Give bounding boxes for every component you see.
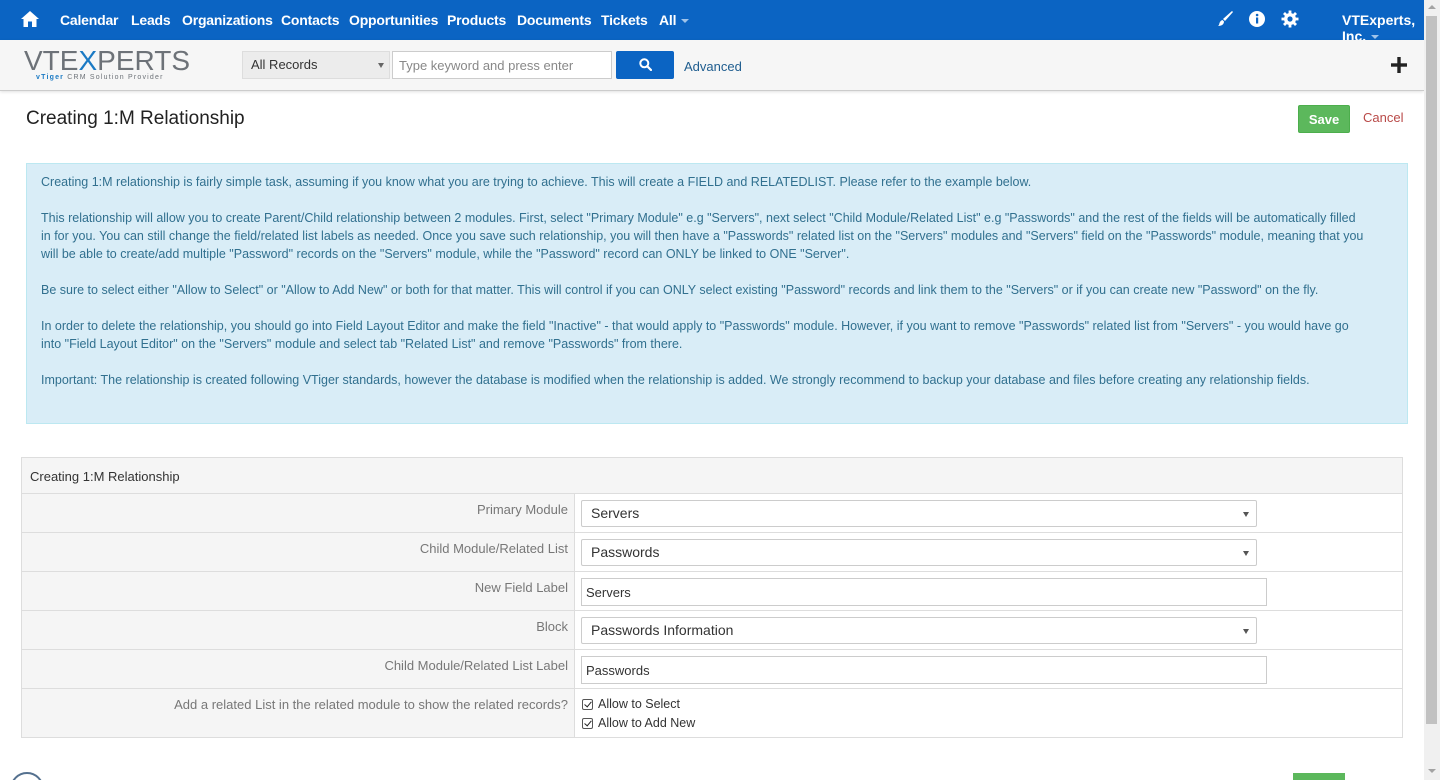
nav-all-label: All [659, 12, 676, 28]
relationship-form: Creating 1:M Relationship Primary Module… [21, 457, 1403, 738]
nav-organizations[interactable]: Organizations [182, 12, 273, 28]
info-alert: Creating 1:M relationship is fairly simp… [26, 163, 1408, 424]
form-row-primary-module: Primary Module Servers [22, 494, 1402, 533]
field-label: Primary Module [22, 494, 575, 532]
info-icon[interactable] [1248, 10, 1266, 28]
search-icon [639, 58, 652, 71]
scroll-up-icon[interactable] [1428, 5, 1436, 9]
nav-opportunities[interactable]: Opportunities [349, 12, 438, 28]
form-row-child-list-label: Child Module/Related List Label [22, 650, 1402, 689]
nav-all-menu[interactable]: All [659, 12, 689, 28]
bottom-save-button[interactable] [1293, 773, 1345, 780]
info-paragraph: In order to delete the relationship, you… [41, 317, 1367, 353]
form-row-related-list: Add a related List in the related module… [22, 689, 1402, 737]
child-module-select[interactable]: Passwords [581, 539, 1257, 566]
caret-down-icon [378, 63, 384, 68]
footer-badge [10, 772, 44, 780]
field-label: New Field Label [22, 572, 575, 610]
search-scope-select[interactable]: All Records [242, 51, 390, 79]
form-row-block: Block Passwords Information [22, 611, 1402, 650]
nav-calendar[interactable]: Calendar [60, 12, 118, 28]
allow-add-checkbox[interactable]: Allow to Add New [582, 716, 695, 730]
scroll-down-icon[interactable] [1428, 769, 1436, 773]
block-select[interactable]: Passwords Information [581, 617, 1257, 644]
allow-select-label: Allow to Select [598, 697, 680, 711]
top-navbar: Calendar Leads Organizations Contacts Op… [0, 0, 1440, 40]
checkbox-checked[interactable] [582, 718, 593, 729]
nav-products[interactable]: Products [447, 12, 506, 28]
info-paragraph: Important: The relationship is created f… [41, 371, 1367, 389]
advanced-search-link[interactable]: Advanced [684, 59, 742, 74]
allow-select-checkbox[interactable]: Allow to Select [582, 697, 680, 711]
logo-wordmark: VTEXPERTS [24, 48, 190, 74]
save-button[interactable]: Save [1298, 105, 1350, 133]
form-row-child-module: Child Module/Related List Passwords [22, 533, 1402, 572]
logo-tagline-brand: vTiger [36, 74, 64, 81]
paintbrush-icon[interactable] [1216, 10, 1234, 28]
allow-add-label: Allow to Add New [598, 716, 695, 730]
block-value: Passwords Information [591, 622, 733, 638]
nav-leads[interactable]: Leads [131, 12, 170, 28]
field-label: Child Module/Related List [22, 533, 575, 571]
cancel-link[interactable]: Cancel [1363, 110, 1403, 125]
logo-part: VTE [24, 45, 78, 76]
search-input[interactable] [392, 51, 612, 79]
search-scope-value: All Records [251, 57, 317, 72]
primary-module-select[interactable]: Servers [581, 500, 1257, 527]
caret-down-icon [1243, 551, 1249, 556]
form-heading: Creating 1:M Relationship [22, 458, 1402, 494]
info-paragraph: This relationship will allow you to crea… [41, 209, 1367, 263]
gear-icon[interactable] [1281, 10, 1299, 28]
scrollbar-thumb[interactable] [1426, 16, 1437, 724]
new-field-label-input[interactable] [581, 578, 1267, 606]
info-paragraph: Creating 1:M relationship is fairly simp… [41, 173, 1367, 191]
child-module-value: Passwords [591, 544, 659, 560]
logo-tagline: vTiger CRM Solution Provider [36, 74, 164, 81]
search-button[interactable] [616, 51, 674, 79]
field-label: Add a related List in the related module… [22, 689, 575, 737]
chevron-down-icon [1371, 35, 1379, 39]
primary-module-value: Servers [591, 505, 639, 521]
logo-x: X [78, 45, 97, 76]
child-list-label-input[interactable] [581, 656, 1267, 684]
chevron-down-icon [681, 19, 689, 23]
logo-part: PERTS [97, 45, 190, 76]
nav-documents[interactable]: Documents [517, 12, 591, 28]
page-title: Creating 1:M Relationship [26, 108, 245, 130]
field-label: Block [22, 611, 575, 649]
home-icon[interactable] [20, 9, 40, 29]
plus-icon[interactable] [1390, 56, 1408, 74]
checkbox-checked[interactable] [582, 699, 593, 710]
info-paragraph: Be sure to select either "Allow to Selec… [41, 281, 1367, 299]
form-row-new-field-label: New Field Label [22, 572, 1402, 611]
logo[interactable]: VTEXPERTS vTiger CRM Solution Provider [24, 48, 184, 84]
nav-contacts[interactable]: Contacts [281, 12, 339, 28]
field-label: Child Module/Related List Label [22, 650, 575, 688]
nav-tickets[interactable]: Tickets [601, 12, 648, 28]
caret-down-icon [1243, 629, 1249, 634]
caret-down-icon [1243, 512, 1249, 517]
logo-tagline-text: CRM Solution Provider [64, 74, 164, 81]
